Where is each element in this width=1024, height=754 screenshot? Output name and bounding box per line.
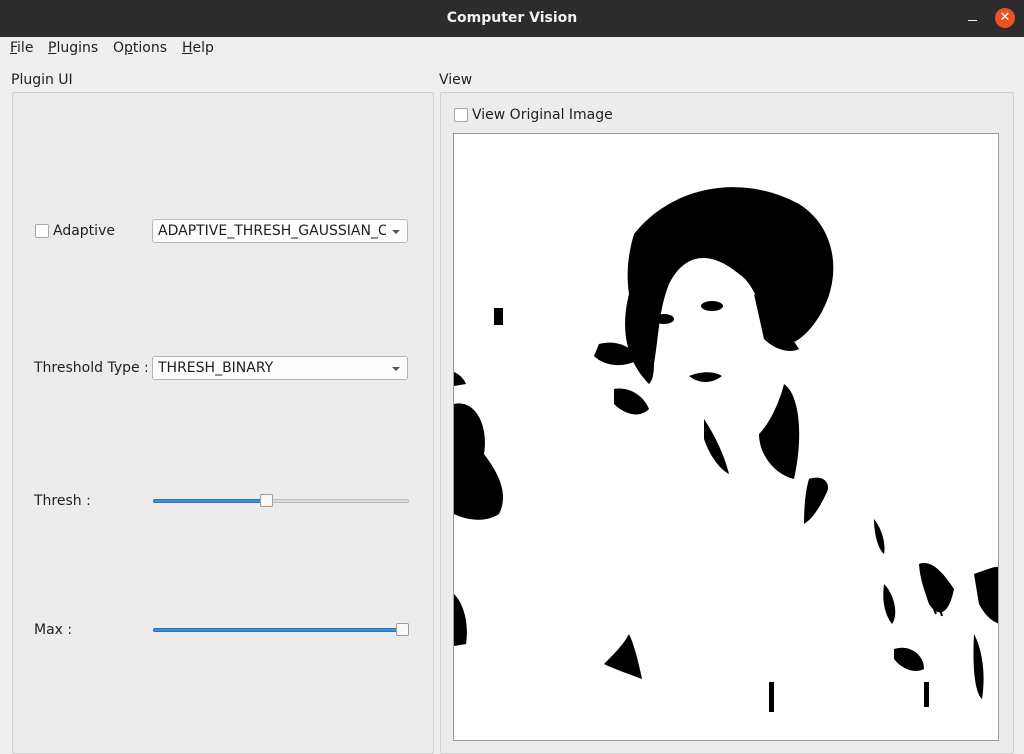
- threshold-type-value: THRESH_BINARY: [158, 360, 274, 376]
- view-title: View: [439, 72, 473, 88]
- view-original-label: View Original Image: [472, 107, 613, 123]
- slider-fill: [153, 628, 403, 632]
- slider-handle[interactable]: [396, 623, 409, 636]
- adaptive-checkbox[interactable]: [35, 224, 49, 238]
- thresholded-image: [454, 134, 998, 740]
- view-original-checkbox[interactable]: [454, 108, 468, 122]
- threshold-type-select[interactable]: THRESH_BINARY: [152, 356, 408, 380]
- chevron-down-icon: [392, 367, 400, 371]
- minimize-icon[interactable]: [963, 9, 983, 27]
- slider-fill: [153, 499, 267, 503]
- title-bar: Computer Vision ✕: [0, 0, 1024, 38]
- menu-bar: File Plugins Options Help: [0, 37, 1024, 60]
- max-slider[interactable]: [153, 622, 409, 638]
- plugin-ui-title: Plugin UI: [11, 72, 73, 88]
- thresh-label: Thresh :: [34, 493, 91, 509]
- image-view: [453, 133, 999, 741]
- adaptive-method-select[interactable]: ADAPTIVE_THRESH_GAUSSIAN_C: [152, 219, 408, 243]
- slider-handle[interactable]: [260, 494, 273, 507]
- thresh-slider[interactable]: [153, 493, 409, 509]
- close-icon[interactable]: ✕: [995, 8, 1015, 28]
- window-title: Computer Vision: [446, 10, 578, 26]
- menu-help[interactable]: Help: [182, 40, 214, 56]
- menu-options[interactable]: Options: [113, 40, 167, 56]
- max-label: Max :: [34, 622, 73, 638]
- chevron-down-icon: [392, 230, 400, 234]
- threshold-type-label: Threshold Type :: [34, 360, 149, 376]
- menu-plugins[interactable]: Plugins: [48, 40, 98, 56]
- adaptive-label: Adaptive: [53, 223, 115, 239]
- menu-file[interactable]: File: [10, 40, 33, 56]
- plugin-ui-panel: [12, 92, 434, 754]
- adaptive-method-value: ADAPTIVE_THRESH_GAUSSIAN_C: [158, 223, 386, 239]
